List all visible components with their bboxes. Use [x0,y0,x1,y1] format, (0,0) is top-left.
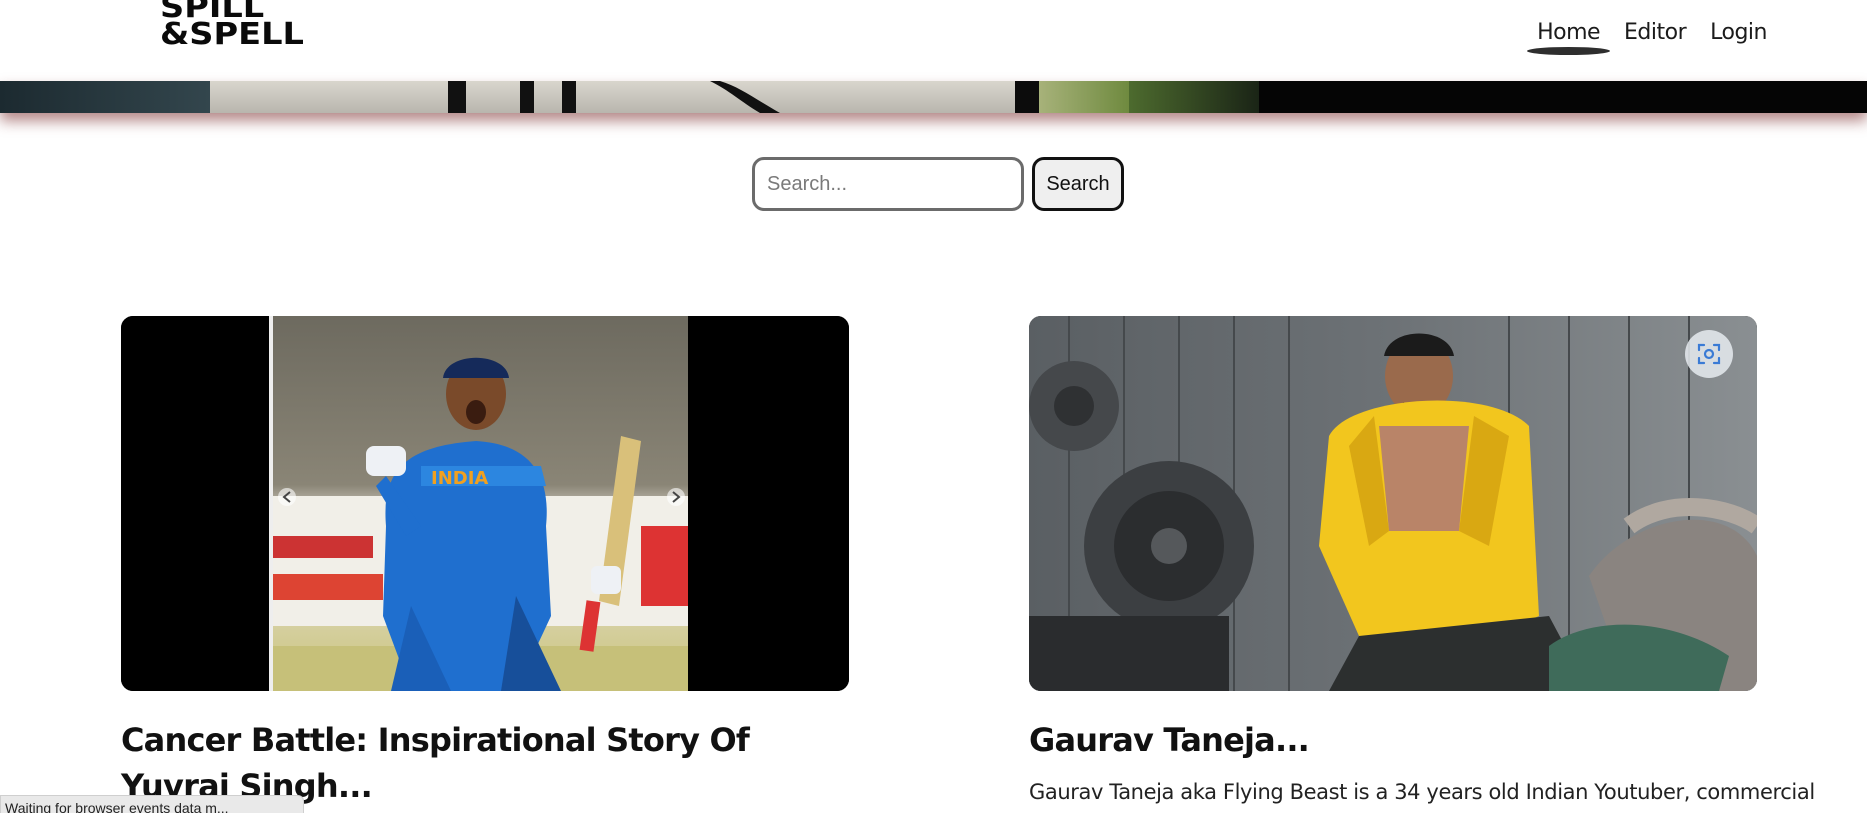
chevron-right-icon [667,488,685,506]
chevron-left-icon [278,488,296,506]
search-button[interactable]: Search [1032,157,1124,211]
scan-icon [1697,343,1721,365]
post-description: Gaurav Taneja aka Flying Beast is a 34 y… [1029,780,1815,804]
nav-link-login[interactable]: Login [1698,20,1779,45]
post-image[interactable]: INDIA [121,316,849,691]
yuvraj-photo-graphic: INDIA [121,316,849,691]
post-title[interactable]: Gaurav Taneja... [1029,717,1757,763]
post-card[interactable]: Gaurav Taneja... Gaurav Taneja aka Flyin… [1029,316,1815,807]
hero-lettering-graphic [448,81,780,113]
site-logo[interactable]: SPILL &SPELL [160,0,304,56]
search-bar: Search [752,157,1124,211]
browser-status-bar: Waiting for browser events data m... [0,795,304,813]
main-nav: Home Editor Login [1525,20,1779,55]
gaurav-photo-graphic [1029,316,1757,691]
logo-text-line2: &SPELL [160,17,304,52]
nav-link-editor[interactable]: Editor [1612,20,1698,45]
search-input[interactable] [752,157,1024,211]
svg-text:INDIA: INDIA [431,468,488,489]
nav-link-home[interactable]: Home [1525,20,1612,55]
site-header: SPILL &SPELL Home Editor Login [0,0,1867,81]
post-image[interactable] [1029,316,1757,691]
visual-search-button[interactable] [1685,330,1733,378]
hero-banner-image [0,81,1867,113]
post-card[interactable]: INDIA Cancer Battle: Inspirational Story… [121,316,849,809]
